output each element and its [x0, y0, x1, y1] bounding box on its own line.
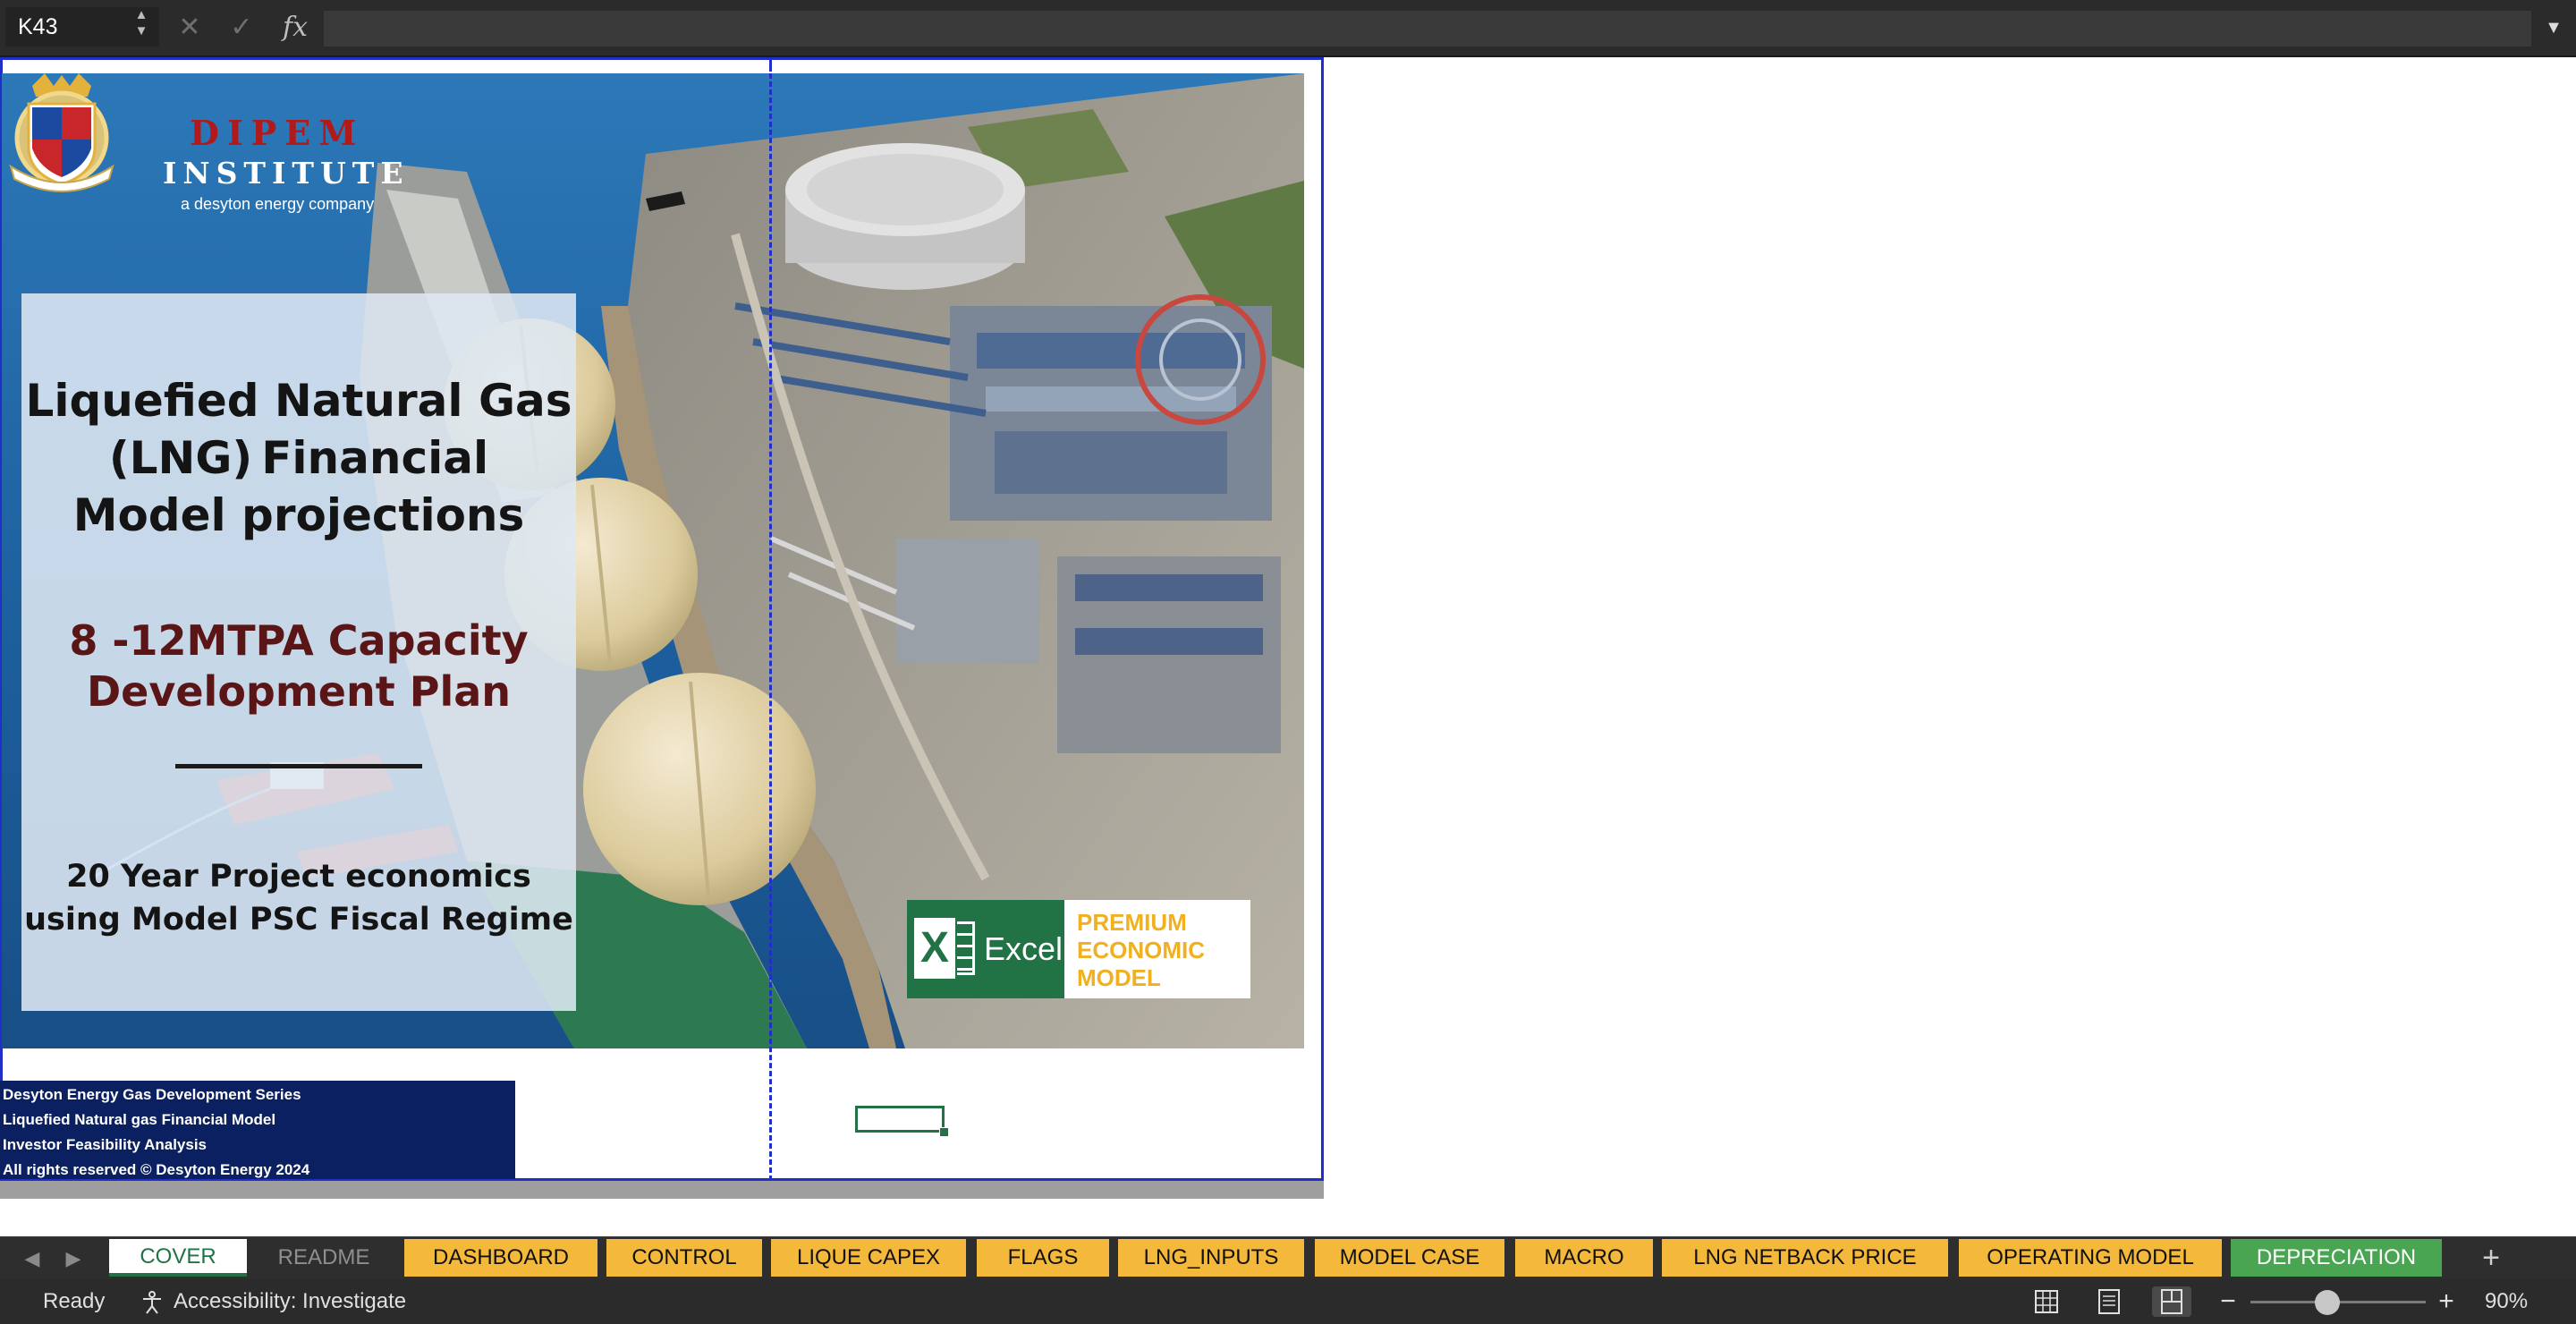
- excel-logo: X Excel: [907, 900, 1064, 998]
- tab-macro[interactable]: MACRO: [1515, 1239, 1653, 1277]
- normal-view-icon[interactable]: [2027, 1286, 2066, 1317]
- logo-institute: INSTITUTE: [163, 156, 410, 191]
- page-break-line: [769, 57, 772, 1181]
- tab-scroll-left-icon[interactable]: ◀: [14, 1237, 50, 1280]
- subtitle-line: Development Plan: [86, 667, 511, 716]
- worksheet-grid[interactable]: DIPEM INSTITUTE a desyton energy company…: [0, 57, 2576, 1236]
- status-bar: Ready Accessibility: Investigate − + 90%: [0, 1279, 2576, 1324]
- zoom-out-button[interactable]: −: [2215, 1279, 2241, 1324]
- title-line: Liquefied Natural Gas: [25, 375, 572, 427]
- cover-title: Liquefied Natural Gas (LNG) Financial Mo…: [21, 372, 576, 544]
- tab-dashboard[interactable]: DASHBOARD: [404, 1239, 597, 1277]
- zoom-level[interactable]: 90%: [2485, 1279, 2528, 1324]
- page-break-preview-icon[interactable]: [2089, 1286, 2129, 1317]
- tab-depreciation[interactable]: DEPRECIATION: [2231, 1239, 2442, 1277]
- excel-wordmark: Excel: [984, 930, 1063, 967]
- formula-input[interactable]: [324, 11, 2531, 47]
- cover-description: 20 Year Project economics using Model PS…: [21, 855, 576, 941]
- tab-control[interactable]: CONTROL: [606, 1239, 762, 1277]
- tab-cover[interactable]: COVER: [109, 1239, 247, 1277]
- sheet-margin-strip: [0, 1181, 1324, 1199]
- tab-model-case[interactable]: MODEL CASE: [1315, 1239, 1504, 1277]
- zoom-slider-thumb[interactable]: [2315, 1290, 2340, 1315]
- tab-readme[interactable]: README: [256, 1239, 392, 1277]
- description-line: using Model PSC Fiscal Regime: [24, 902, 573, 938]
- excel-icon: X: [914, 918, 955, 979]
- footer-line: Liquefied Natural gas Financial Model: [3, 1111, 276, 1128]
- description-line: 20 Year Project economics: [66, 859, 531, 895]
- add-sheet-button[interactable]: +: [2470, 1237, 2512, 1280]
- accessibility-icon[interactable]: [140, 1290, 165, 1315]
- sheet-tab-bar: ◀ ▶ COVER README DASHBOARD CONTROL LIQUE…: [0, 1236, 2576, 1280]
- premium-line: ECONOMIC: [1077, 937, 1205, 963]
- tab-flags[interactable]: FLAGS: [977, 1239, 1109, 1277]
- cover-image: DIPEM INSTITUTE a desyton energy company…: [2, 73, 1304, 1048]
- name-box-stepper-icon[interactable]: ▲ ▼: [131, 7, 152, 47]
- tab-scroll-right-icon[interactable]: ▶: [55, 1237, 91, 1280]
- premium-line: PREMIUM: [1077, 909, 1187, 936]
- footer-line: Desyton Energy Gas Development Series: [3, 1086, 301, 1103]
- logo-tagline: a desyton energy company: [181, 195, 375, 213]
- tab-operating-model[interactable]: OPERATING MODEL: [1959, 1239, 2222, 1277]
- zoom-in-button[interactable]: +: [2433, 1279, 2460, 1324]
- chevron-down-icon[interactable]: ▼: [2537, 9, 2571, 47]
- subtitle-line: 8 -12MTPA Capacity: [69, 616, 529, 665]
- excel-grid-icon: [957, 921, 975, 975]
- title-line: Model projections: [72, 489, 525, 541]
- accessibility-status[interactable]: Accessibility: Investigate: [174, 1279, 406, 1324]
- fill-handle[interactable]: [939, 1127, 949, 1137]
- logo-wordmark: DIPEM: [190, 113, 365, 153]
- function-icon[interactable]: fx: [277, 9, 313, 47]
- title-divider: [175, 764, 422, 768]
- status-text: Ready: [43, 1289, 106, 1313]
- close-icon[interactable]: ✕: [172, 9, 208, 47]
- tab-lng-netback-price[interactable]: LNG NETBACK PRICE: [1662, 1239, 1948, 1277]
- tab-lng-inputs[interactable]: LNG_INPUTS: [1118, 1239, 1304, 1277]
- excel-premium-badge: X Excel PREMIUM ECONOMIC MODEL: [907, 900, 1250, 998]
- footer-line: All rights reserved © Desyton Energy 202…: [3, 1161, 310, 1178]
- check-icon[interactable]: ✓: [224, 9, 259, 47]
- page-layout-view-icon[interactable]: [2152, 1286, 2191, 1317]
- formula-bar: K43 ▲ ▼ ✕ ✓ fx ▼: [0, 0, 2576, 57]
- title-panel: Liquefied Natural Gas (LNG) Financial Mo…: [21, 293, 576, 1011]
- premium-label: PREMIUM ECONOMIC MODEL: [1077, 909, 1247, 992]
- footer-note: Desyton Energy Gas Development Series Li…: [0, 1081, 515, 1179]
- premium-line: MODEL: [1077, 964, 1161, 991]
- dipem-crest-logo: [9, 73, 114, 192]
- tab-lique-capex[interactable]: LIQUE CAPEX: [771, 1239, 966, 1277]
- selected-cell[interactable]: [855, 1106, 945, 1133]
- cover-subtitle: 8 -12MTPA Capacity Development Plan: [21, 615, 576, 717]
- footer-line: Investor Feasibility Analysis: [3, 1136, 208, 1153]
- title-line: (LNG) Financial: [108, 432, 489, 484]
